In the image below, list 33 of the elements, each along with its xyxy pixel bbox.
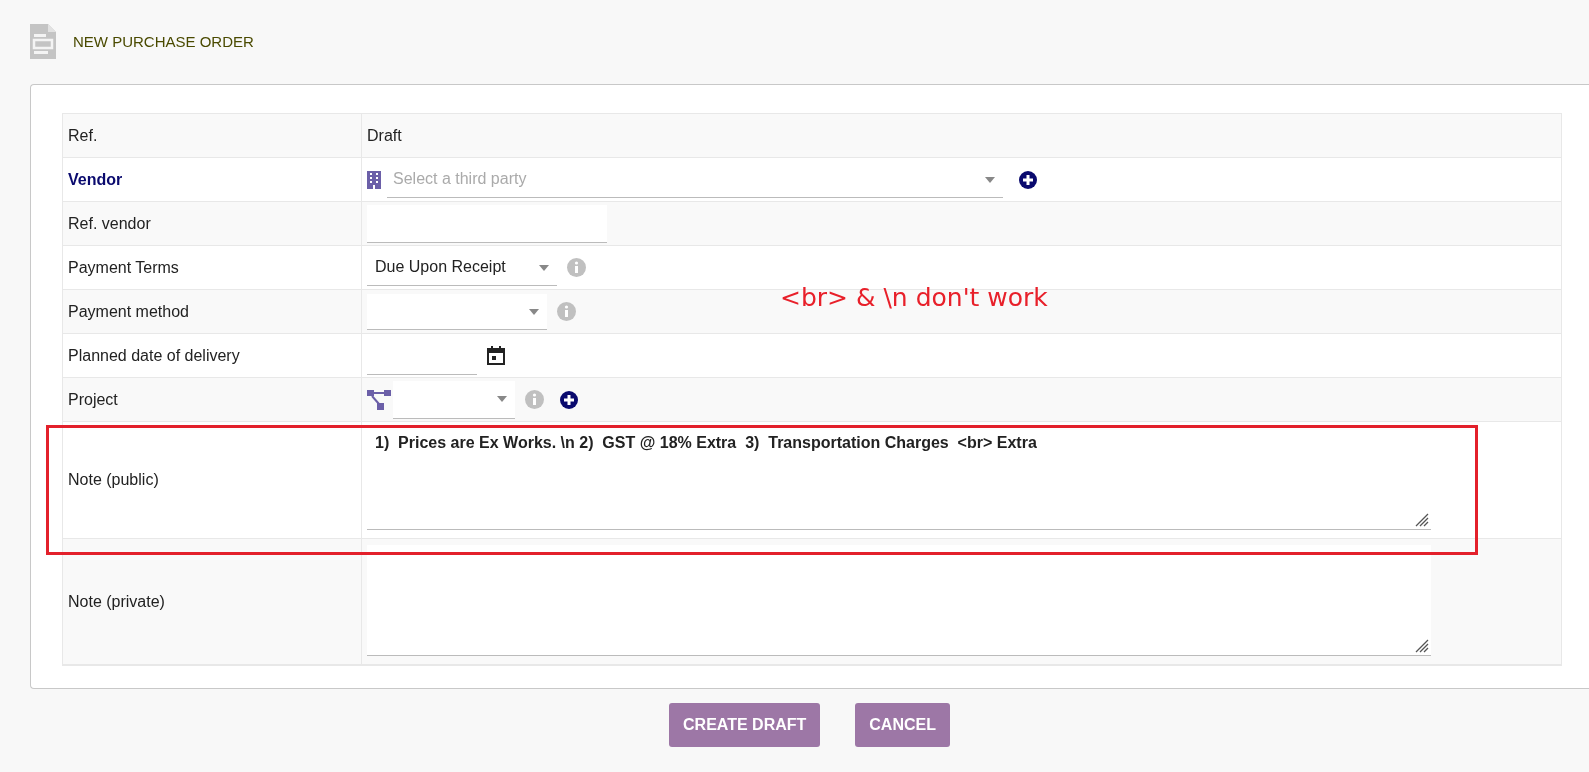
add-icon[interactable] — [560, 390, 578, 409]
resize-grip-icon — [1415, 513, 1429, 527]
resize-grip-icon — [1415, 639, 1429, 653]
hierarchy-icon — [367, 389, 391, 410]
caret-icon — [497, 395, 507, 402]
info-icon[interactable] — [557, 302, 576, 321]
project-select[interactable] — [393, 380, 515, 419]
caret-icon — [985, 176, 995, 183]
field-label: Ref. — [68, 126, 98, 145]
caret-icon — [529, 308, 539, 315]
info-icon[interactable] — [525, 390, 544, 409]
caret-icon — [539, 264, 549, 271]
document-icon — [30, 23, 56, 59]
dropdown-field[interactable] — [367, 293, 547, 330]
field-label: Note (private) — [68, 592, 165, 611]
add-icon[interactable] — [1019, 170, 1037, 189]
building-icon — [367, 170, 381, 189]
page-title: NEW PURCHASE ORDER — [73, 32, 254, 50]
input-field[interactable] — [367, 204, 607, 243]
field-label: Note (public) — [68, 471, 159, 489]
field-label: Ref. vendor — [68, 214, 151, 233]
info-icon[interactable] — [567, 258, 586, 277]
note-field[interactable] — [367, 545, 1431, 656]
calendar-icon[interactable] — [487, 346, 505, 365]
field-label: Vendor — [68, 170, 123, 189]
field-label: Payment method — [68, 302, 189, 321]
cancel-button[interactable]: CANCEL — [855, 703, 950, 747]
create-draft-button[interactable]: CREATE DRAFT — [669, 703, 821, 747]
annotation-text: <br> & \n don't work — [780, 283, 1048, 312]
field-label: Planned date of delivery — [68, 346, 240, 365]
field-label: Payment Terms — [68, 258, 179, 277]
field-label: Project — [68, 390, 118, 409]
field-value: Draft — [367, 126, 402, 145]
